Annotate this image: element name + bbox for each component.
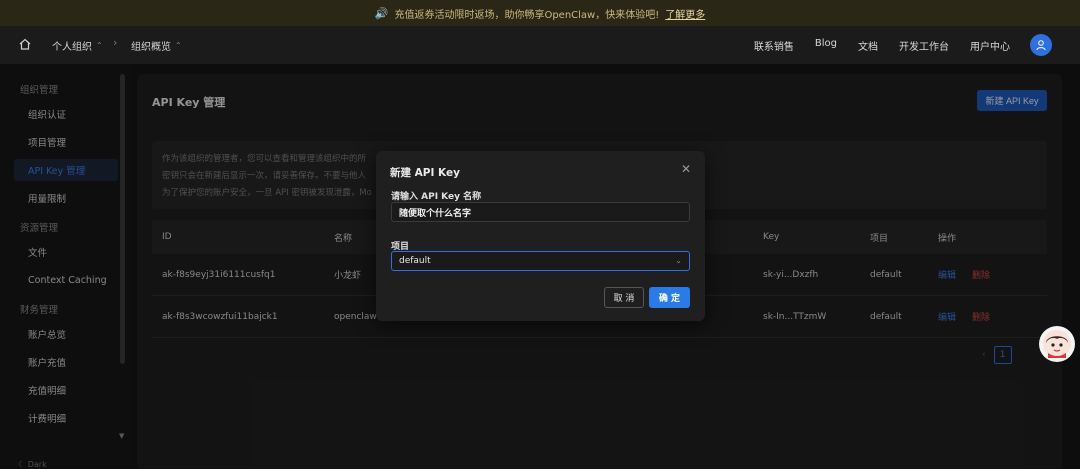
promo-banner: 🔊 充值返券活动限时返场，助你畅享OpenClaw，快来体验吧! 了解更多	[0, 0, 1080, 26]
megaphone-icon: 🔊	[374, 6, 389, 20]
nav-link-dev-console[interactable]: 开发工作台	[899, 38, 949, 53]
close-icon[interactable]: ✕	[681, 162, 691, 176]
org-selector-label: 个人组织	[52, 42, 92, 53]
assistant-avatar[interactable]	[1039, 326, 1075, 362]
home-icon[interactable]	[18, 37, 32, 51]
user-avatar[interactable]	[1030, 34, 1052, 56]
api-key-name-input[interactable]: 随便取个什么名字	[391, 202, 690, 222]
cancel-button[interactable]: 取 消	[604, 287, 644, 308]
banner-learn-more-link[interactable]: 了解更多	[665, 6, 705, 21]
nav-link-user-center[interactable]: 用户中心	[970, 38, 1010, 53]
project-select[interactable]: default ⌄	[391, 251, 690, 271]
new-api-key-dialog: 新建 API Key ✕ 请输入 API Key 名称 随便取个什么名字 项目 …	[376, 151, 705, 321]
top-navigation: 个人组织 ⌃ › 组织概览 ⌃ 联系销售 Blog 文档 开发工作台 用户中心	[0, 26, 1080, 64]
section-selector-label: 组织概览	[131, 42, 171, 53]
user-icon	[1036, 40, 1046, 51]
nav-link-docs[interactable]: 文档	[858, 38, 878, 53]
org-selector[interactable]: 个人组织 ⌃	[52, 38, 103, 53]
nav-link-sales[interactable]: 联系销售	[754, 38, 794, 53]
banner-text: 充值返券活动限时返场，助你畅享OpenClaw，快来体验吧!	[394, 9, 660, 21]
project-select-value: default	[399, 256, 431, 266]
section-selector[interactable]: 组织概览 ⌃	[131, 38, 182, 53]
chevron-down-icon: ⌄	[675, 256, 682, 265]
assistant-avatar-icon	[1043, 330, 1071, 358]
confirm-button[interactable]: 确 定	[649, 287, 690, 308]
dialog-title: 新建 API Key	[390, 167, 460, 179]
name-field-label: 请输入 API Key 名称	[391, 192, 482, 202]
nav-link-blog[interactable]: Blog	[815, 38, 837, 53]
chevron-updown-icon: ⌃	[96, 41, 103, 50]
chevron-updown-icon: ⌃	[175, 41, 182, 50]
breadcrumb-separator-icon: ›	[113, 36, 118, 49]
top-links: 联系销售 Blog 文档 开发工作台 用户中心	[754, 38, 1010, 53]
